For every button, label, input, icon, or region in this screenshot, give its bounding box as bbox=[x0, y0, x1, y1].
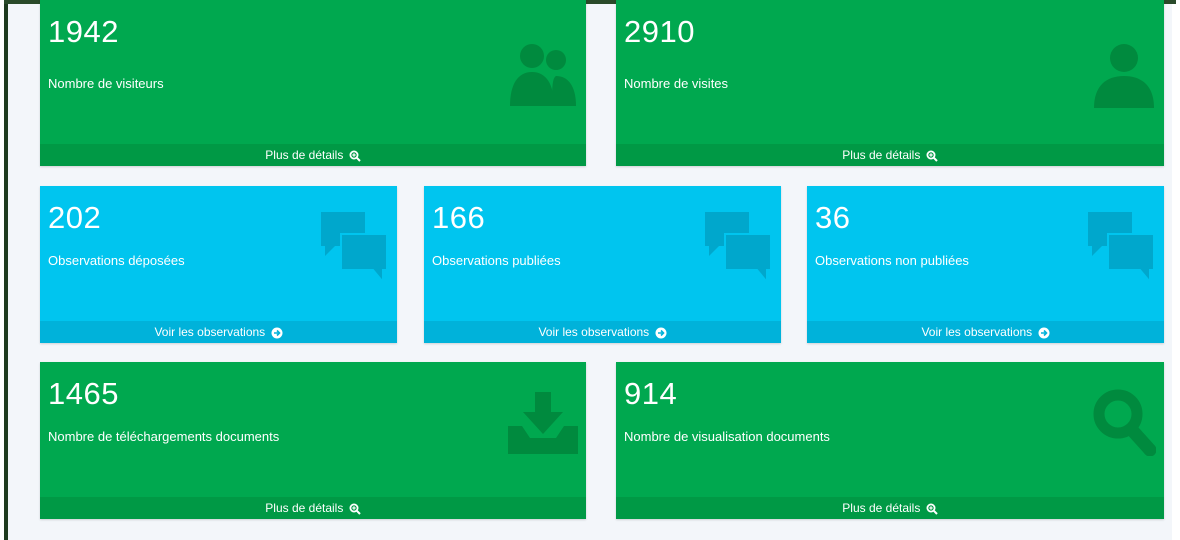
details-link[interactable]: Plus de détails bbox=[616, 497, 1164, 519]
observations-link[interactable]: Voir les observations bbox=[807, 321, 1164, 343]
stat-box-visites: 2910 Nombre de visites Plus de détails bbox=[616, 0, 1164, 166]
stat-value: 2910 bbox=[624, 14, 695, 49]
details-link-label: Plus de détails bbox=[265, 148, 344, 162]
stat-box-telechargements: 1465 Nombre de téléchargements documents… bbox=[40, 362, 586, 519]
stat-box-observations-non-publiees: 36 Observations non publiées Voir les ob… bbox=[807, 186, 1164, 343]
stat-label: Nombre de visualisation documents bbox=[624, 429, 830, 444]
zoom-in-icon bbox=[349, 150, 361, 162]
stat-box-observations-publiees: 166 Observations publiées Voir les obser… bbox=[424, 186, 781, 343]
zoom-in-icon bbox=[926, 150, 938, 162]
stat-value: 1465 bbox=[48, 376, 119, 411]
stat-label: Nombre de téléchargements documents bbox=[48, 429, 280, 444]
stat-value: 1942 bbox=[48, 14, 119, 49]
comments-icon bbox=[1088, 212, 1155, 284]
details-link[interactable]: Plus de détails bbox=[40, 497, 586, 519]
stat-box-visualisation: 914 Nombre de visualisation documents Pl… bbox=[616, 362, 1164, 519]
arrow-circle-right-icon bbox=[655, 327, 667, 339]
stat-label: Nombre de visites bbox=[624, 76, 729, 91]
comments-icon bbox=[705, 212, 772, 284]
stat-box-visiteurs: 1942 Nombre de visiteurs Plus de détails bbox=[40, 0, 586, 166]
observations-link[interactable]: Voir les observations bbox=[40, 321, 397, 343]
details-link-label: Plus de détails bbox=[265, 501, 344, 515]
stat-value: 36 bbox=[815, 200, 851, 235]
stat-label: Observations publiées bbox=[432, 253, 561, 268]
dashboard-content: 1942 Nombre de visiteurs Plus de détails… bbox=[8, 0, 1172, 540]
user-icon bbox=[1094, 44, 1154, 108]
stat-value: 914 bbox=[624, 376, 678, 411]
zoom-in-icon bbox=[926, 503, 938, 515]
arrow-circle-right-icon bbox=[1038, 327, 1050, 339]
observations-link-label: Voir les observations bbox=[538, 325, 650, 339]
details-link-label: Plus de détails bbox=[842, 501, 921, 515]
stat-label: Nombre de visiteurs bbox=[48, 76, 164, 91]
download-icon bbox=[508, 392, 578, 454]
observations-link[interactable]: Voir les observations bbox=[424, 321, 781, 343]
search-icon bbox=[1093, 389, 1156, 456]
stat-label: Observations déposées bbox=[48, 253, 185, 268]
zoom-in-icon bbox=[349, 503, 361, 515]
details-link[interactable]: Plus de détails bbox=[616, 144, 1164, 166]
arrow-circle-right-icon bbox=[271, 327, 283, 339]
stat-label: Observations non publiées bbox=[815, 253, 969, 268]
comments-icon bbox=[321, 212, 388, 284]
details-link[interactable]: Plus de détails bbox=[40, 144, 586, 166]
stat-box-observations-deposees: 202 Observations déposées Voir les obser… bbox=[40, 186, 397, 343]
observations-link-label: Voir les observations bbox=[921, 325, 1033, 339]
observations-link-label: Voir les observations bbox=[154, 325, 266, 339]
stat-value: 202 bbox=[48, 200, 102, 235]
users-icon bbox=[510, 44, 576, 106]
details-link-label: Plus de détails bbox=[842, 148, 921, 162]
stat-value: 166 bbox=[432, 200, 486, 235]
